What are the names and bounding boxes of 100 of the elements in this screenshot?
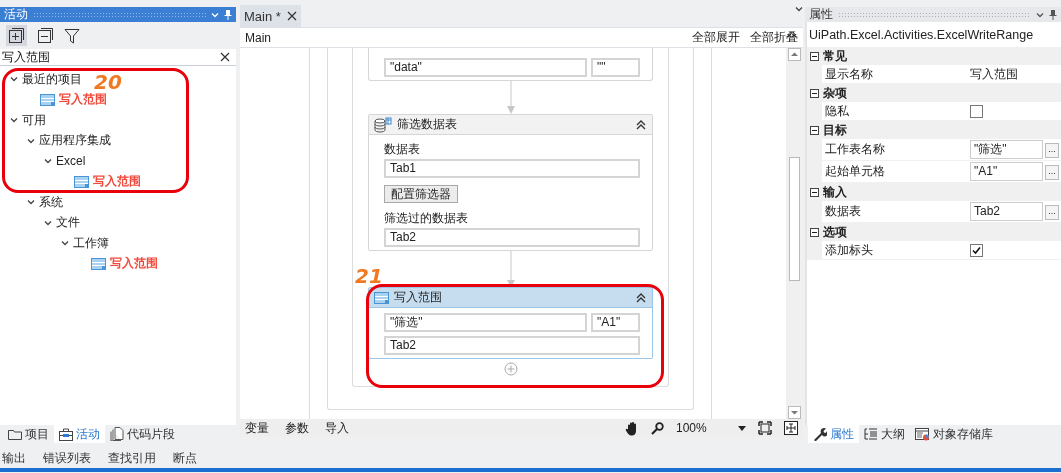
connector-arrow [505, 81, 516, 114]
tree-item[interactable]: 文件 [56, 214, 80, 232]
input-field[interactable]: Tab2 [970, 202, 1043, 221]
overview-icon[interactable] [784, 421, 798, 435]
panel-tab[interactable]: 错误列表 [43, 449, 91, 467]
collapse-icon[interactable] [635, 118, 647, 131]
property-name: 显示名称 [824, 65, 874, 83]
browse-button[interactable]: ... [1045, 143, 1059, 158]
input-field[interactable]: Tab1 [384, 159, 640, 178]
collapse-icon[interactable] [810, 51, 819, 61]
panel-tab[interactable]: 项目 [3, 425, 54, 443]
panel-tab[interactable]: 断点 [173, 449, 197, 467]
category-label: 输入 [823, 183, 847, 201]
scroll-down-icon[interactable] [788, 406, 801, 419]
collapse-icon[interactable] [810, 187, 819, 197]
category-label: 目标 [823, 121, 847, 139]
input-field[interactable]: "A1" [970, 162, 1043, 181]
pin-icon[interactable] [1049, 9, 1057, 20]
input-field[interactable]: "筛选" [970, 140, 1043, 159]
activity-title: 筛选数据表 [397, 116, 457, 133]
tree-item[interactable]: 写入范围 [93, 173, 141, 191]
property-name: 数据表 [824, 203, 862, 220]
collapse-icon[interactable] [635, 291, 647, 304]
chevron-down-icon[interactable] [27, 198, 35, 207]
input-field[interactable]: "" [591, 58, 640, 77]
input-field[interactable]: Tab2 [384, 228, 640, 247]
tree-item[interactable]: 应用程序集成 [39, 132, 111, 150]
panel-tab[interactable]: 变量 [245, 419, 269, 437]
document-tab[interactable]: Main * [240, 5, 301, 27]
input-field[interactable]: "data" [384, 58, 587, 77]
scroll-up-icon[interactable] [788, 48, 801, 61]
chevron-down-icon[interactable] [27, 136, 35, 145]
panel-tab[interactable]: 对象存储库 [910, 425, 998, 443]
table-icon [374, 291, 389, 304]
category-label: 常见 [823, 47, 847, 65]
chevron-down-icon[interactable] [795, 5, 803, 13]
search-field[interactable]: 写入范围 [0, 49, 236, 66]
panel-tab[interactable]: 属性 [808, 425, 859, 443]
pages-icon [110, 427, 124, 441]
input-field[interactable]: "筛选" [384, 313, 587, 332]
input-field[interactable]: Tab2 [384, 336, 640, 355]
tree-item[interactable]: 可用 [22, 111, 46, 129]
table-icon [40, 93, 55, 106]
input-field[interactable]: "A1" [591, 313, 640, 332]
panel-tab[interactable]: 参数 [285, 419, 309, 437]
table-icon [91, 257, 106, 270]
property-name: 工作表名称 [824, 141, 886, 158]
close-icon[interactable] [220, 52, 230, 62]
folder-icon [8, 428, 22, 440]
toolbar-link[interactable]: 全部折叠 [750, 29, 798, 46]
panel-title: 属性 [809, 6, 833, 23]
database-icon [374, 116, 392, 133]
category-label: 选项 [823, 223, 847, 241]
hand-icon[interactable] [625, 420, 639, 436]
breadcrumb: Main [245, 30, 271, 45]
close-icon[interactable] [286, 11, 297, 21]
pin-icon[interactable] [224, 9, 232, 20]
tree-item[interactable]: 写入范围 [59, 91, 107, 109]
collapse-all-icon[interactable] [37, 27, 54, 44]
tree-item[interactable]: 写入范围 [110, 255, 158, 273]
type-name: UiPath.Excel.Activities.ExcelWriteRange [808, 26, 1035, 44]
tree-item[interactable]: 工作簿 [73, 234, 109, 252]
expand-all-icon[interactable] [8, 27, 25, 44]
field-label: 数据表 [384, 142, 421, 156]
panel-tab[interactable]: 输出 [2, 449, 26, 467]
chevron-down-icon[interactable] [44, 218, 52, 227]
zoom-level[interactable]: 100% [676, 421, 726, 435]
checkbox[interactable] [970, 104, 983, 118]
fit-screen-icon[interactable] [758, 421, 772, 435]
browse-button[interactable]: ... [1045, 205, 1059, 220]
dropdown-icon[interactable] [738, 425, 746, 431]
tree-item[interactable]: 最近的项目 [22, 70, 82, 88]
briefcase-icon [59, 427, 73, 441]
collapse-icon[interactable] [810, 125, 819, 135]
scrollbar-thumb[interactable] [789, 157, 800, 281]
toolbar-link[interactable]: 全部展开 [692, 29, 740, 46]
activity-title: 写入范围 [394, 289, 442, 306]
panel-tab[interactable]: 代码片段 [105, 425, 180, 443]
panel-tab[interactable]: 活动 [54, 425, 105, 443]
panel-tab[interactable]: 查找引用 [108, 449, 156, 467]
collapse-icon[interactable] [810, 227, 819, 237]
tree-item[interactable]: Excel [56, 154, 86, 169]
filter-icon[interactable] [64, 27, 80, 44]
chevron-down-icon[interactable] [10, 116, 18, 125]
property-value: 写入范围 [970, 65, 1018, 83]
category-label: 杂项 [823, 84, 847, 102]
panel-tab[interactable]: 导入 [325, 419, 349, 437]
panel-tab[interactable]: 大纲 [859, 425, 910, 443]
chevron-down-icon[interactable] [1036, 10, 1044, 19]
collapse-icon[interactable] [810, 88, 819, 98]
checked-checkbox[interactable] [970, 243, 983, 257]
chevron-down-icon[interactable] [61, 239, 69, 248]
wrench-icon [813, 427, 827, 441]
tree-item[interactable]: 系统 [39, 193, 63, 211]
browse-button[interactable]: ... [1045, 165, 1059, 180]
configure-button[interactable]: 配置筛选器 [384, 185, 458, 203]
chevron-down-icon[interactable] [211, 10, 219, 19]
zoom-icon[interactable] [651, 421, 664, 435]
chevron-down-icon[interactable] [44, 157, 52, 166]
chevron-down-icon[interactable] [10, 75, 18, 84]
